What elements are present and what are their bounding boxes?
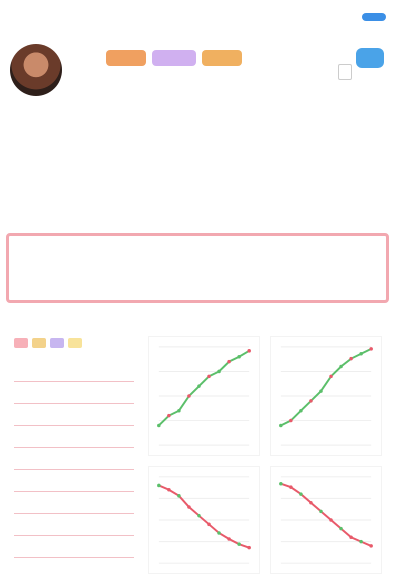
data-point [157,483,161,488]
data-point [237,354,241,359]
chart-top-right [270,336,382,456]
highlighted-quote [6,233,389,303]
series-line [280,482,372,547]
data-point [279,481,283,486]
data-point [217,531,221,535]
follow-button[interactable] [356,48,384,68]
data-point [207,374,211,379]
badge-title [202,50,242,66]
list-item [14,500,134,514]
data-point [237,542,241,546]
legend-swatch-1 [14,338,28,348]
series-line [158,349,250,427]
list-item [14,478,134,492]
data-point [187,394,191,398]
data-point [319,389,323,393]
data-point [187,505,191,509]
legend-swatch-2 [32,338,46,348]
post-header [10,44,390,108]
series-line [280,347,372,427]
data-point [289,418,293,423]
data-point [197,384,201,388]
bookmark-icon[interactable] [338,64,352,80]
data-point [227,359,231,364]
top-bar [0,0,400,34]
legend-swatch-3 [50,338,64,348]
data-point [279,423,283,428]
series-line [158,484,250,549]
data-point [339,526,343,531]
avatar[interactable] [10,44,62,96]
list-item [14,522,134,536]
data-point [319,509,323,514]
figure-legend [14,338,82,348]
data-point [359,539,363,544]
author-badges [106,50,242,66]
chart-bottom-right [270,466,382,574]
list-item [14,456,134,470]
top-action-button[interactable] [362,13,386,21]
chart-bottom-left [148,466,260,574]
data-point [197,513,201,518]
figure-panel [8,328,392,576]
data-point [157,423,161,428]
list-item [14,544,134,558]
list-item [14,434,134,448]
data-point [299,492,303,496]
data-point [299,408,303,413]
data-point [339,364,343,369]
data-point [289,485,293,489]
data-point [177,408,181,413]
data-point [247,349,251,353]
data-point [227,537,231,541]
list-item [14,412,134,426]
badge-member [152,50,196,66]
data-point [309,399,313,403]
data-point [329,374,333,379]
list-item [14,390,134,404]
data-point [369,347,373,351]
data-point [359,352,363,356]
data-point [309,500,313,505]
data-point [207,522,211,527]
data-point [329,518,333,522]
badge-level [106,50,146,66]
data-point [369,544,373,548]
data-point [167,413,171,418]
chart-top-left [148,336,260,456]
data-point [177,494,181,498]
figure-list [14,368,134,566]
data-point [349,356,353,361]
data-point [349,535,353,540]
data-point [167,488,171,492]
data-point [247,545,251,550]
data-point [217,369,221,374]
list-item [14,368,134,382]
legend-swatch-4 [68,338,82,348]
